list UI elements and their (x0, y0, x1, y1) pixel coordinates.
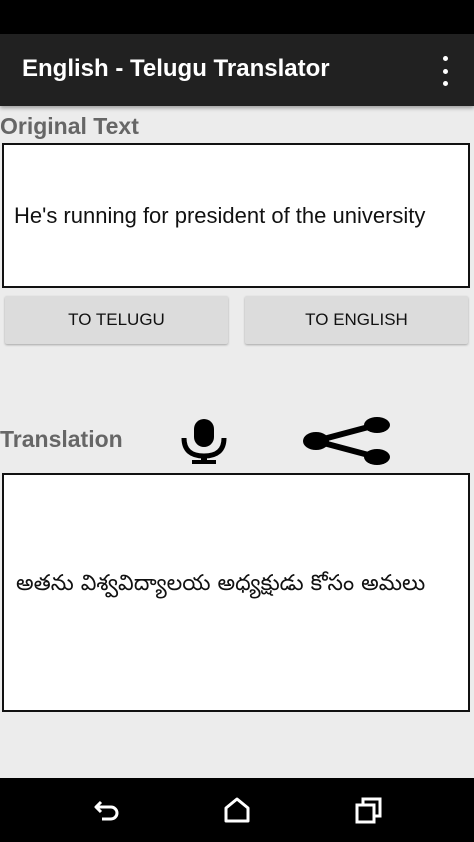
recents-icon[interactable] (354, 796, 384, 824)
share-icon[interactable] (302, 416, 394, 466)
back-icon[interactable] (92, 796, 122, 824)
to-telugu-button[interactable]: TO TELUGU (5, 296, 228, 344)
original-text-input[interactable]: He's running for president of the univer… (2, 143, 470, 288)
navigation-bar (0, 778, 474, 842)
to-english-button[interactable]: TO ENGLISH (245, 296, 468, 344)
more-vert-icon[interactable] (434, 56, 456, 86)
status-bar (0, 0, 474, 34)
translation-label: Translation (0, 426, 123, 452)
original-text-label: Original Text (0, 113, 139, 139)
original-text-value: He's running for president of the univer… (14, 203, 426, 228)
home-icon[interactable] (222, 796, 252, 824)
translation-output[interactable]: అతను విశ్వవిద్యాలయ అధ్యక్షుడు కోసం అమలు (2, 473, 470, 712)
translation-text: అతను విశ్వవిద్యాలయ అధ్యక్షుడు కోసం అమలు (16, 571, 426, 596)
microphone-icon[interactable] (174, 418, 234, 464)
app-title: English - Telugu Translator (22, 55, 330, 82)
app-bar: English - Telugu Translator (0, 34, 474, 106)
